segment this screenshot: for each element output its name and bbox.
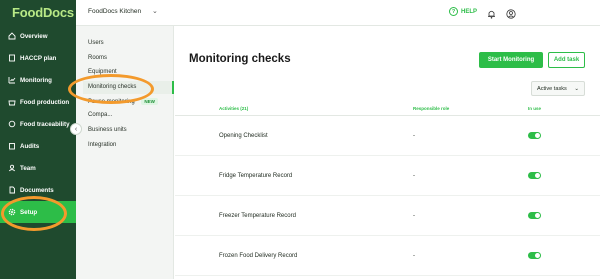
collapse-sidebar-button[interactable]: ‹ [70,123,82,135]
nav-item-label: Monitoring [20,76,52,84]
filter-label: Active tasks [537,85,567,92]
add-task-button[interactable]: Add task [548,52,585,68]
activity-name[interactable]: Fridge Temperature Record [219,173,292,179]
column-header-responsible-role[interactable]: Responsible role [413,106,449,111]
table-row[interactable]: Opening Checklist - [175,116,600,156]
toggle-knob [535,213,540,218]
pot-icon [8,98,16,106]
activity-name[interactable]: Frozen Food Delivery Record [219,253,297,259]
in-use-toggle[interactable] [528,132,541,139]
responsible-role: - [413,133,415,139]
nav-item-label: Overview [20,32,48,40]
main-sidebar: FoodDocs Overview HACCP plan Monitoring … [0,0,76,279]
nav-item-label: Documents [20,186,54,194]
in-use-toggle[interactable] [528,172,541,179]
refresh-icon [8,120,16,128]
nav-item-food-traceability[interactable]: Food traceability [0,113,76,135]
table-row[interactable]: Freezer Temperature Record - [175,196,600,236]
help-button[interactable]: ? HELP [449,7,477,16]
nav-item-label: Team [20,164,36,172]
organization-selector[interactable]: FoodDocs Kitchen [88,8,141,15]
activity-name[interactable]: Opening Checklist [219,133,268,139]
page-title: Monitoring checks [189,53,291,65]
nav-item-label: Food production [20,98,70,106]
nav-item-label: Food traceability [20,120,70,128]
new-badge: NEW [141,98,158,105]
nav-item-label: Audits [20,142,40,150]
chevron-left-icon: ‹ [74,125,78,133]
chevron-down-icon: ⌄ [574,85,579,92]
in-use-toggle[interactable] [528,252,541,259]
toggle-knob [535,253,540,258]
table-row[interactable]: Frozen Food Delivery Record - [175,236,600,276]
toggle-knob [535,133,540,138]
task-filter-dropdown[interactable]: Active tasks ⌄ [531,81,585,96]
highlight-circle-setup [1,196,67,231]
nav-item-team[interactable]: Team [0,157,76,179]
setup-submenu: Users Rooms Equipment Monitoring checks … [76,26,174,279]
top-bar: FoodDocs Kitchen ⌄ ? HELP [76,0,600,26]
book-icon [8,54,16,62]
highlight-circle-monitoring-checks [68,74,154,104]
bell-icon[interactable] [487,6,496,24]
clipboard-icon [8,142,16,150]
app-logo[interactable]: FoodDocs [12,5,74,20]
nav-item-food-production[interactable]: Food production [0,91,76,113]
user-account-icon[interactable] [506,6,516,24]
nav-item-overview[interactable]: Overview [0,25,76,47]
column-header-activities[interactable]: Activities (21) [219,106,248,111]
team-icon [8,164,16,172]
chart-icon [8,76,16,84]
table-header: Activities (21) Responsible role In use [175,102,600,116]
nav-item-label: HACCP plan [20,54,57,62]
activity-name[interactable]: Freezer Temperature Record [219,213,296,219]
nav-item-monitoring[interactable]: Monitoring [0,69,76,91]
help-icon: ? [449,7,458,16]
table-row[interactable]: Fridge Temperature Record - [175,156,600,196]
responsible-role: - [413,173,415,179]
document-icon [8,186,16,194]
help-label: HELP [461,8,478,15]
submenu-item-integration[interactable]: Integration [88,142,116,148]
responsible-role: - [413,253,415,259]
chevron-down-icon[interactable]: ⌄ [152,7,158,15]
in-use-toggle[interactable] [528,212,541,219]
toggle-knob [535,173,540,178]
main-content: Monitoring checks Start Monitoring Add t… [175,26,600,279]
submenu-item-rooms[interactable]: Rooms [88,55,107,61]
responsible-role: - [413,213,415,219]
nav-item-audits[interactable]: Audits [0,135,76,157]
submenu-item-business-units[interactable]: Business units [88,127,127,133]
nav-item-haccp-plan[interactable]: HACCP plan [0,47,76,69]
submenu-item-company[interactable]: Compa... [88,112,112,118]
home-icon [8,32,16,40]
start-monitoring-button[interactable]: Start Monitoring [479,52,543,68]
column-header-in-use[interactable]: In use [528,106,541,111]
submenu-item-users[interactable]: Users [88,40,104,46]
